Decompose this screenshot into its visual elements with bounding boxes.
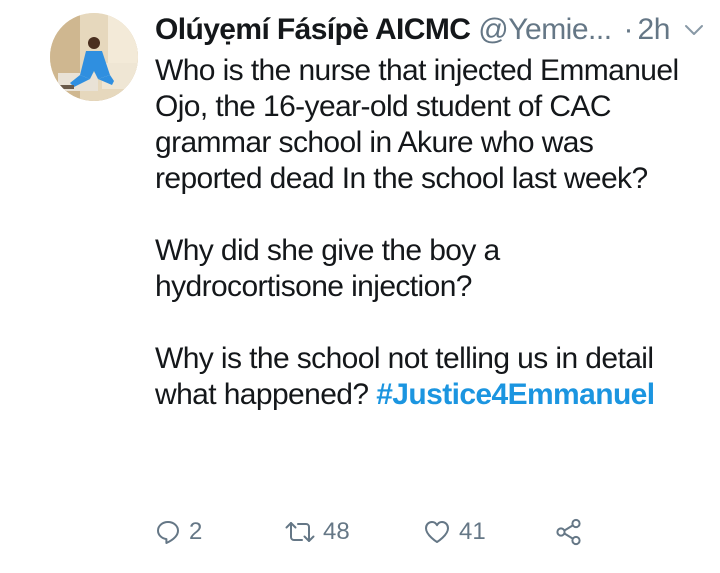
- tweet-header: Olúyẹmí Fásípè AICMC @Yemie... · 2h: [155, 10, 704, 50]
- chevron-down-icon[interactable]: [684, 19, 704, 41]
- reply-icon: [157, 521, 179, 544]
- hashtag-link[interactable]: #Justice4Emmanuel: [376, 378, 655, 411]
- like-count: 41: [459, 518, 486, 545]
- retweet-count: 48: [323, 518, 350, 545]
- like-button[interactable]: 41: [423, 512, 486, 552]
- reply-button[interactable]: 2: [155, 512, 202, 552]
- author-display-name[interactable]: Olúyẹmí Fásípè AICMC: [155, 10, 471, 50]
- tweet: Olúyẹmí Fásípè AICMC @Yemie... · 2h Who …: [0, 0, 720, 573]
- tweet-text: Who is the nurse that injected Emmanuel …: [155, 53, 695, 413]
- tweet-paragraph: Who is the nurse that injected Emmanuel …: [155, 54, 679, 195]
- avatar-photo: [50, 13, 138, 101]
- tweet-paragraph: Why is the school not telling us in deta…: [155, 341, 695, 413]
- tweet-actions: 2 48 41: [155, 512, 615, 552]
- share-button[interactable]: [555, 512, 583, 552]
- author-handle[interactable]: @Yemie...: [478, 10, 612, 50]
- avatar[interactable]: [50, 13, 138, 101]
- reply-count: 2: [189, 518, 203, 545]
- separator-dot: ·: [623, 13, 634, 46]
- share-icon: [556, 518, 581, 546]
- tweet-paragraph: Why did she give the boy a hydrocortison…: [155, 234, 500, 303]
- retweet-icon: [285, 522, 315, 542]
- retweet-button[interactable]: 48: [285, 512, 350, 552]
- heart-icon: [425, 521, 449, 543]
- tweet-timestamp[interactable]: 2h: [638, 10, 671, 50]
